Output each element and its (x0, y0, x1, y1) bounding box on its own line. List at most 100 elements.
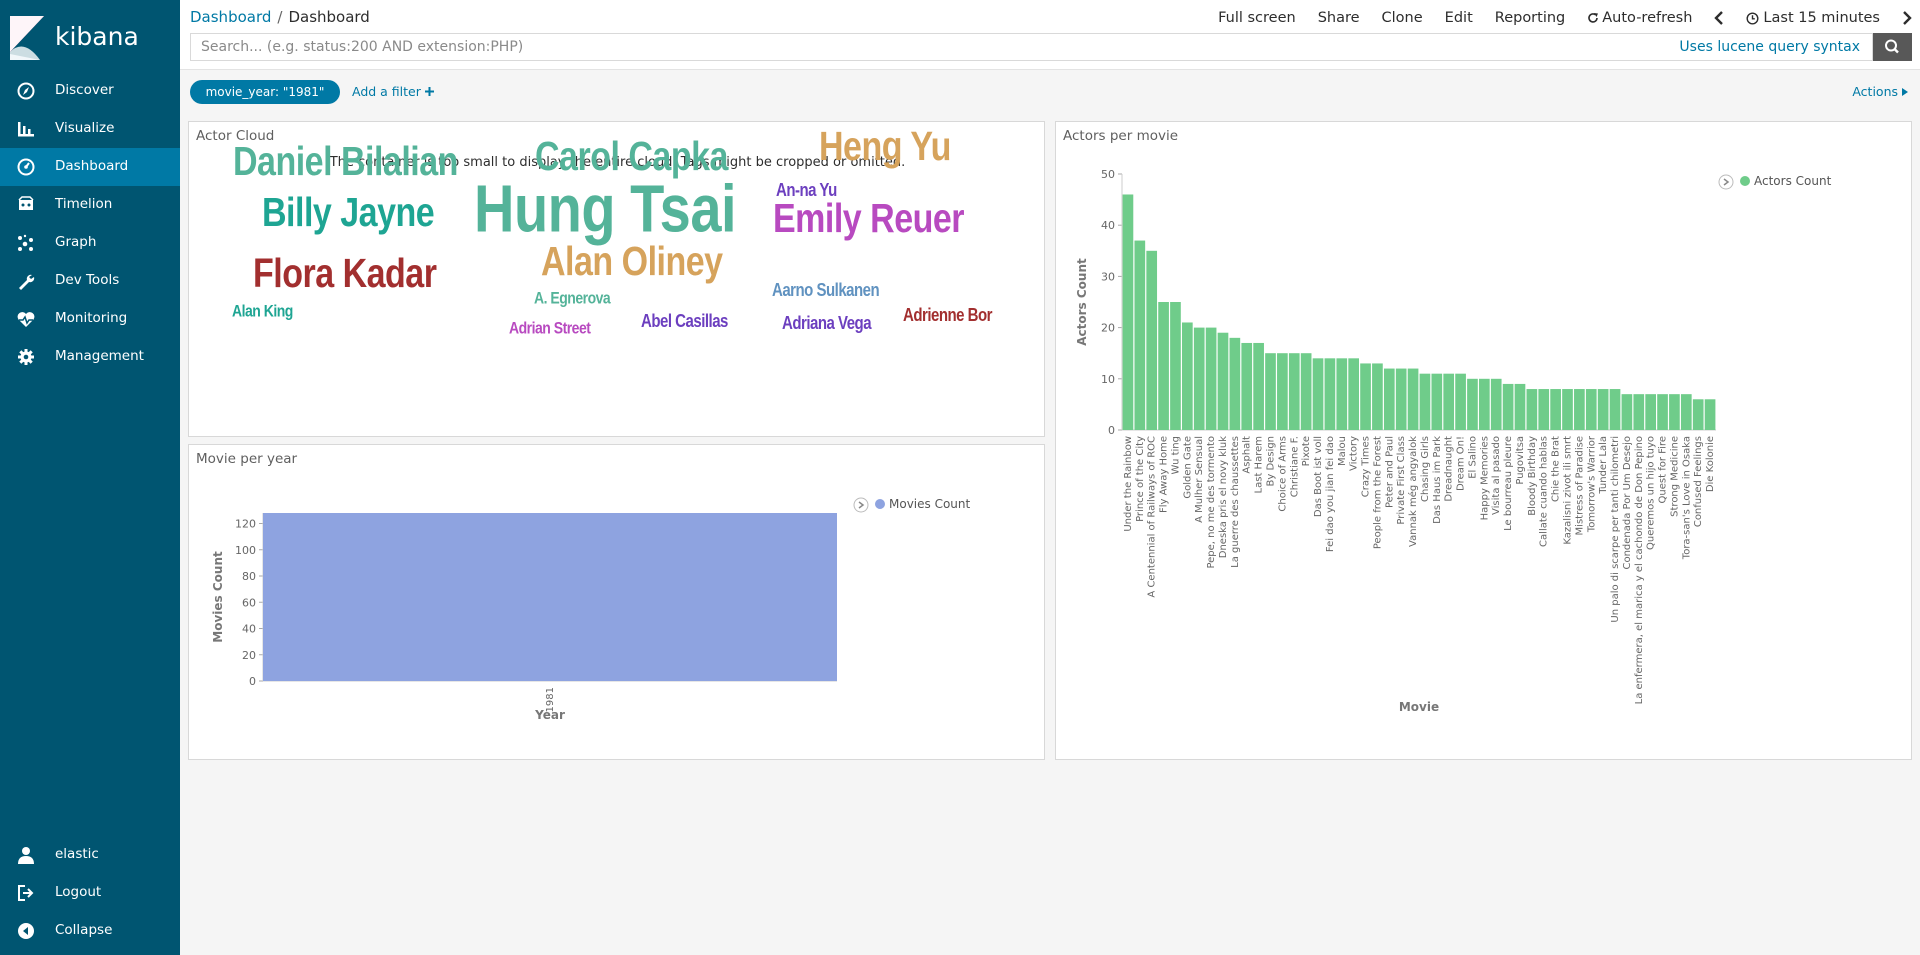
reporting-button[interactable]: Reporting (1495, 10, 1566, 26)
bar[interactable] (1193, 327, 1205, 430)
bar[interactable] (1229, 337, 1241, 430)
share-button[interactable]: Share (1318, 10, 1360, 26)
sidebar-item-elastic[interactable]: elastic (0, 836, 180, 874)
bar[interactable] (1645, 394, 1656, 430)
bar[interactable] (1288, 353, 1300, 430)
bar[interactable] (1538, 389, 1550, 430)
sidebar-item-dashboard[interactable]: Dashboard (0, 148, 180, 186)
bar[interactable] (263, 513, 837, 681)
sidebar-item-graph[interactable]: Graph (0, 224, 180, 262)
kibana-logo[interactable]: kibana (10, 16, 170, 60)
bar[interactable] (1336, 358, 1348, 430)
cloud-tag[interactable]: Alan King (232, 301, 293, 320)
bar[interactable] (1324, 358, 1336, 430)
cloud-tag[interactable]: A. Egnerova (534, 288, 611, 307)
cloud-tag[interactable]: Emily Reuer (773, 196, 965, 243)
cloud-tag[interactable]: Aarno Sulkanen (772, 281, 880, 301)
bar[interactable] (1692, 399, 1704, 430)
bar[interactable] (1609, 389, 1621, 430)
bar[interactable] (1348, 358, 1359, 430)
bar[interactable] (1574, 389, 1585, 430)
cloud-tag[interactable]: Heng Yu (819, 124, 951, 171)
cloud-tag[interactable]: Adrian Street (509, 318, 591, 337)
bar[interactable] (1205, 327, 1217, 430)
search-input[interactable] (191, 34, 1591, 60)
cloud-tag[interactable]: Adriana Vega (782, 314, 872, 334)
bar[interactable] (1585, 389, 1597, 430)
sidebar-item-monitoring[interactable]: Monitoring (0, 300, 180, 338)
breadcrumb-dashboard-link[interactable]: Dashboard (190, 8, 271, 26)
bar[interactable] (1550, 389, 1561, 430)
cloud-tag[interactable]: Abel Casillas (641, 312, 728, 332)
bar[interactable] (1265, 353, 1276, 430)
bar[interactable] (1277, 353, 1288, 430)
bar[interactable] (1431, 373, 1443, 430)
bar[interactable] (1312, 358, 1324, 430)
bar[interactable] (1241, 342, 1253, 430)
bar[interactable] (1502, 383, 1514, 430)
actions-button[interactable]: Actions (1852, 84, 1908, 99)
bar[interactable] (1395, 368, 1407, 430)
bar[interactable] (1300, 353, 1312, 430)
cloud-tag[interactable]: Billy Jayne (262, 190, 435, 237)
legend-toggle-icon[interactable] (1718, 174, 1734, 190)
bar[interactable] (1490, 378, 1502, 430)
bar[interactable] (1158, 302, 1169, 430)
cloud-tag[interactable]: Daniel Bilalian (233, 139, 458, 186)
bar[interactable] (1217, 332, 1229, 430)
bar[interactable] (1479, 378, 1490, 430)
sidebar-item-discover[interactable]: Discover (0, 72, 180, 110)
x-tick-label: Crazy Times (1361, 436, 1372, 497)
time-forward-button[interactable] (1902, 11, 1912, 25)
sidebar-item-timelion[interactable]: Timelion (0, 186, 180, 224)
bar[interactable] (1597, 389, 1609, 430)
sidebar-item-logout[interactable]: Logout (0, 874, 180, 912)
bar[interactable] (1182, 322, 1193, 430)
time-picker-button[interactable]: Last 15 minutes (1746, 10, 1880, 26)
bar[interactable] (1372, 363, 1383, 430)
add-filter-button[interactable]: Add a filter (352, 84, 434, 99)
logout-icon (18, 885, 34, 901)
legend-toggle-icon[interactable] (853, 497, 869, 513)
time-back-button[interactable] (1714, 11, 1724, 25)
bar[interactable] (1360, 363, 1371, 430)
legend-label[interactable]: Movies Count (889, 497, 971, 511)
bar[interactable] (1443, 373, 1455, 430)
filter-pill-movie-year[interactable]: movie_year: "1981" (190, 80, 340, 104)
bar[interactable] (1253, 342, 1264, 430)
bar[interactable] (1562, 389, 1573, 430)
bar[interactable] (1455, 373, 1466, 430)
bar[interactable] (1657, 394, 1668, 430)
bar[interactable] (1669, 394, 1680, 430)
bar[interactable] (1383, 368, 1395, 430)
cloud-tag[interactable]: Adrienne Bor (903, 306, 993, 326)
bar[interactable] (1526, 389, 1538, 430)
legend-label[interactable]: Actors Count (1754, 174, 1832, 188)
full-screen-button[interactable]: Full screen (1218, 10, 1296, 26)
bar[interactable] (1170, 302, 1181, 430)
clone-button[interactable]: Clone (1382, 10, 1423, 26)
bar[interactable] (1514, 383, 1526, 430)
search-icon (1885, 39, 1899, 54)
bar[interactable] (1680, 394, 1692, 430)
bar[interactable] (1146, 250, 1158, 430)
sidebar-item-management[interactable]: Management (0, 338, 180, 376)
bar[interactable] (1134, 240, 1146, 430)
bar[interactable] (1621, 394, 1633, 430)
sidebar-item-collapse[interactable]: Collapse (0, 912, 180, 950)
bar[interactable] (1633, 394, 1645, 430)
bar[interactable] (1704, 399, 1716, 430)
cloud-tag[interactable]: Hung Tsai (474, 169, 737, 247)
bar[interactable] (1122, 194, 1134, 430)
bar[interactable] (1419, 373, 1431, 430)
bar[interactable] (1407, 368, 1419, 430)
sidebar-item-visualize[interactable]: Visualize (0, 110, 180, 148)
bar[interactable] (1467, 378, 1478, 430)
lucene-syntax-link[interactable]: Uses lucene query syntax (1679, 39, 1860, 55)
cloud-tag[interactable]: Alan Oliney (541, 239, 723, 286)
search-button[interactable] (1873, 33, 1912, 61)
auto-refresh-button[interactable]: Auto-refresh (1587, 10, 1692, 26)
edit-button[interactable]: Edit (1445, 10, 1473, 26)
sidebar-item-dev-tools[interactable]: Dev Tools (0, 262, 180, 300)
cloud-tag[interactable]: Flora Kadar (253, 251, 437, 298)
